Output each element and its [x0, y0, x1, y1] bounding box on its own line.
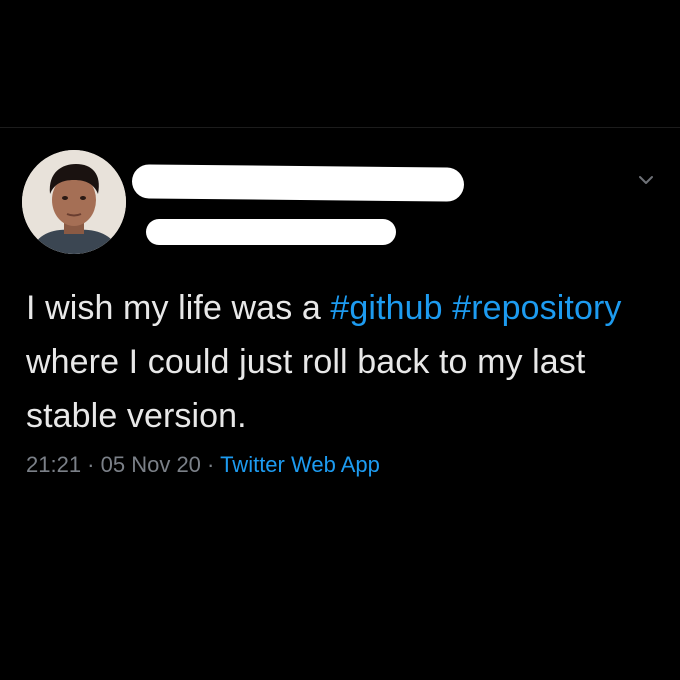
tweet-text-part: where I could just roll back to my last …	[26, 343, 586, 435]
hashtag-github[interactable]: #github	[330, 289, 442, 327]
tweet-meta: 21:21 · 05 Nov 20 · Twitter Web App	[26, 450, 380, 480]
avatar[interactable]	[22, 150, 126, 254]
redacted-display-name	[131, 164, 465, 202]
meta-separator: ·	[200, 452, 221, 477]
tweet-time[interactable]: 21:21	[26, 452, 81, 477]
meta-separator: ·	[81, 452, 101, 477]
top-divider	[0, 127, 680, 128]
tweet-source[interactable]: Twitter Web App	[220, 452, 380, 477]
tweet-date[interactable]: 05 Nov 20	[101, 452, 201, 477]
tweet-text-part: I wish my life was a	[26, 289, 331, 327]
avatar-photo	[22, 150, 126, 254]
tweet-text: I wish my life was a #github #repository…	[26, 281, 666, 443]
redacted-username	[146, 219, 396, 245]
chevron-down-icon[interactable]	[636, 170, 656, 190]
tweet-text-space	[443, 289, 453, 327]
hashtag-repository[interactable]: #repository	[452, 289, 621, 327]
